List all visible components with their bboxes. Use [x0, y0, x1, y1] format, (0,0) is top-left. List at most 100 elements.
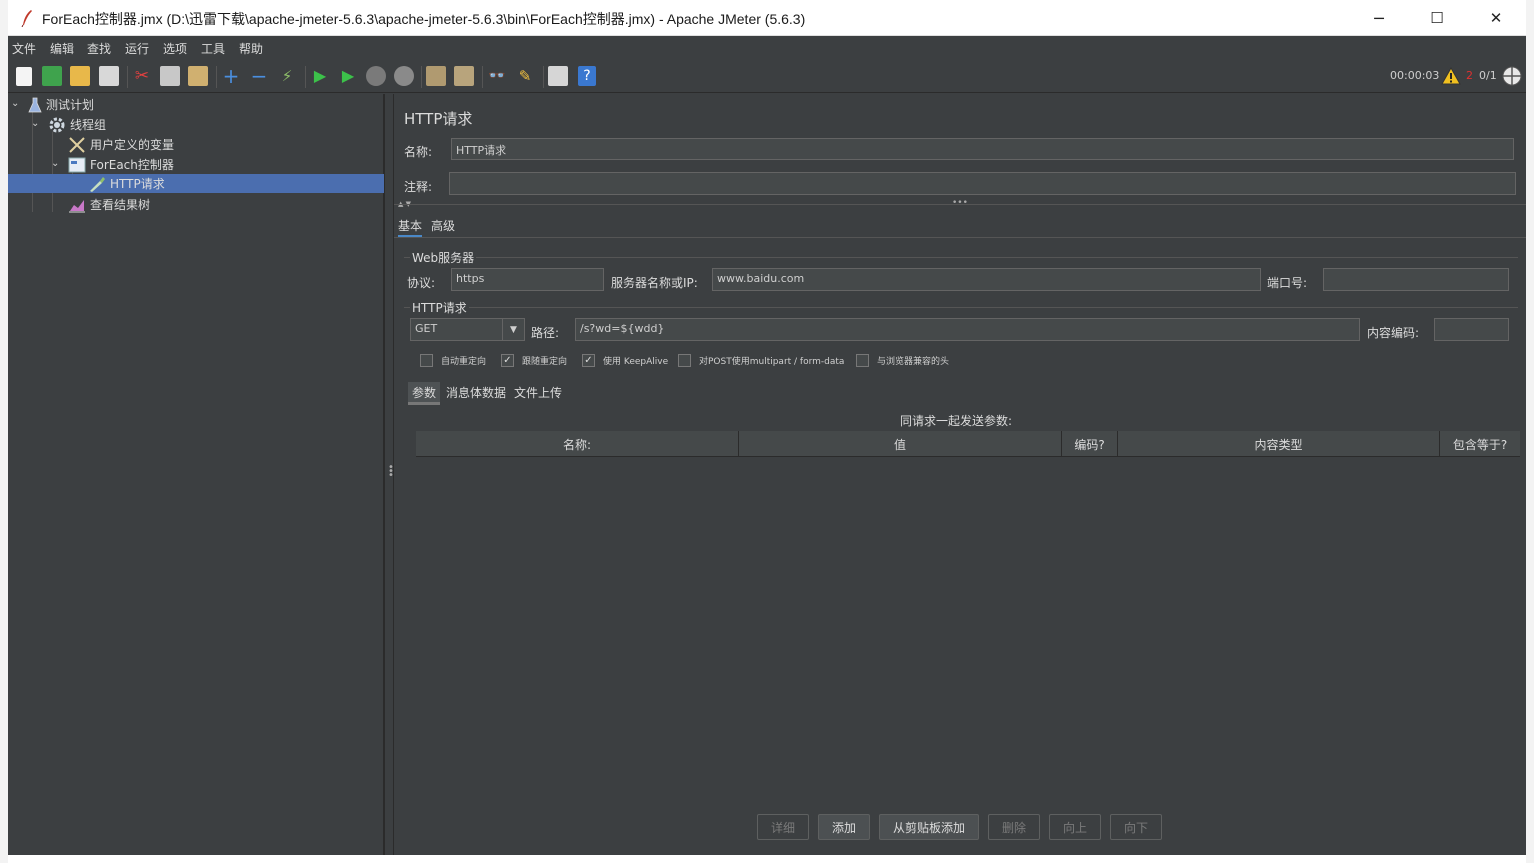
- expand-icon[interactable]: +: [221, 66, 241, 86]
- clear-all-icon[interactable]: [454, 66, 474, 86]
- paste-icon[interactable]: [188, 66, 208, 86]
- checkbox-box[interactable]: ✓: [582, 353, 595, 367]
- toggle-icon[interactable]: ⚡: [277, 66, 297, 86]
- column-name[interactable]: 名称:: [416, 431, 739, 457]
- server-field[interactable]: www.baidu.com: [712, 268, 1261, 291]
- move-up-button[interactable]: 向上: [1049, 814, 1101, 840]
- method-value: GET: [415, 322, 438, 335]
- tab-basic[interactable]: 基本: [398, 217, 423, 238]
- column-include-equals[interactable]: 包含等于?: [1440, 431, 1520, 457]
- tab-parameters[interactable]: 参数: [408, 382, 441, 405]
- move-down-button[interactable]: 向下: [1110, 814, 1162, 840]
- collapse-icon[interactable]: −: [249, 66, 269, 86]
- open-icon[interactable]: [70, 66, 90, 86]
- tree-item-results-tree[interactable]: 查看结果树: [68, 195, 268, 214]
- search-binoculars-icon[interactable]: 👓: [487, 66, 507, 86]
- path-label: 路径:: [531, 326, 560, 340]
- column-content-type[interactable]: 内容类型: [1118, 431, 1440, 457]
- templates-icon[interactable]: [42, 66, 62, 86]
- checkbox-box[interactable]: [420, 353, 433, 367]
- tree-item-test-plan[interactable]: 测试计划: [28, 95, 228, 114]
- menu-run[interactable]: 运行: [125, 40, 149, 57]
- copy-icon[interactable]: [160, 66, 180, 86]
- clear-icon[interactable]: [426, 66, 446, 86]
- path-field[interactable]: /s?wd=${wdd}: [575, 318, 1360, 341]
- tab-advanced[interactable]: 高级: [431, 217, 455, 234]
- menu-help[interactable]: 帮助: [239, 40, 263, 57]
- params-caption: 同请求一起发送参数:: [900, 414, 1013, 428]
- tab-file-upload[interactable]: 文件上传: [514, 384, 562, 401]
- cut-icon[interactable]: ✂: [132, 66, 152, 86]
- divider: [394, 204, 1526, 205]
- name-field[interactable]: HTTP请求: [451, 138, 1514, 160]
- start-icon[interactable]: ▶: [310, 66, 330, 86]
- toolbar-separator: [543, 66, 544, 88]
- menu-bar: 文件 编辑 查找 运行 选项 工具 帮助: [8, 37, 1526, 59]
- menu-file[interactable]: 文件: [12, 40, 36, 57]
- app-root: ForEach控制器.jmx (D:\迅雷下载\apache-jmeter-5.…: [0, 0, 1534, 863]
- remote-globe-icon[interactable]: [1502, 66, 1522, 86]
- new-icon[interactable]: [16, 67, 32, 86]
- help-icon[interactable]: ?: [578, 66, 596, 86]
- checkbox-auto-redirect[interactable]: 自动重定向: [420, 353, 486, 367]
- tab-underline: [394, 237, 1526, 238]
- chevron-down-icon[interactable]: ▼: [502, 319, 524, 340]
- warning-count: 2: [1466, 69, 1473, 82]
- port-field[interactable]: [1323, 268, 1509, 291]
- panel-splitter[interactable]: • • •: [384, 94, 394, 855]
- controller-icon: [68, 157, 86, 172]
- comment-label: 注释:: [404, 180, 433, 194]
- tree-item-foreach-controller[interactable]: ForEach控制器: [68, 155, 268, 174]
- checkbox-follow-redirects[interactable]: ✓ 跟随重定向: [501, 353, 567, 367]
- chevron-down-icon[interactable]: ⌄: [51, 158, 59, 169]
- protocol-field[interactable]: https: [451, 268, 604, 291]
- tab-body-data[interactable]: 消息体数据: [446, 384, 506, 401]
- params-table-header: 名称: 值 编码? 内容类型 包含等于?: [416, 431, 1520, 457]
- menu-edit[interactable]: 编辑: [50, 40, 74, 57]
- checkbox-box[interactable]: [856, 353, 869, 367]
- tree-item-thread-group[interactable]: 线程组: [48, 115, 248, 134]
- menu-tools[interactable]: 工具: [201, 40, 225, 57]
- web-server-legend: Web服务器: [410, 249, 477, 266]
- close-button[interactable]: ✕: [1467, 0, 1525, 36]
- checkbox-multipart[interactable]: 对POST使用multipart / form-data: [678, 353, 844, 367]
- chart-icon: [69, 199, 85, 212]
- toolbar-separator: [482, 66, 483, 88]
- detail-button[interactable]: 详细: [757, 814, 809, 840]
- function-helper-icon[interactable]: [548, 66, 568, 86]
- start-no-pauses-icon[interactable]: ▶: [338, 66, 358, 86]
- column-value[interactable]: 值: [739, 431, 1062, 457]
- menu-search[interactable]: 查找: [87, 40, 111, 57]
- delete-button[interactable]: 删除: [988, 814, 1040, 840]
- name-label: 名称:: [404, 145, 433, 159]
- server-label: 服务器名称或IP:: [611, 276, 698, 290]
- encoding-field[interactable]: [1434, 318, 1509, 341]
- method-select[interactable]: GET ▼: [410, 318, 525, 341]
- checkbox-box[interactable]: ✓: [501, 353, 514, 367]
- warning-icon[interactable]: [1441, 67, 1461, 85]
- checkbox-keepalive[interactable]: ✓ 使用 KeepAlive: [582, 353, 668, 367]
- menu-options[interactable]: 选项: [163, 40, 187, 57]
- tree-item-user-variables[interactable]: 用户定义的变量: [68, 135, 268, 154]
- stop-icon[interactable]: [366, 66, 386, 86]
- column-encode[interactable]: 编码?: [1062, 431, 1118, 457]
- divider-grip-icon[interactable]: •••: [952, 198, 968, 208]
- minimize-button[interactable]: ─: [1350, 0, 1408, 36]
- reset-search-icon[interactable]: ✎: [515, 66, 535, 86]
- checkbox-browser-headers[interactable]: 与浏览器兼容的头: [856, 353, 949, 367]
- comment-field[interactable]: [449, 172, 1516, 195]
- jmeter-feather-icon: [21, 10, 32, 27]
- checkbox-box[interactable]: [678, 353, 691, 367]
- chevron-down-icon[interactable]: ⌄: [11, 98, 19, 109]
- add-from-clipboard-button[interactable]: 从剪贴板添加: [879, 814, 979, 840]
- flask-icon: [28, 97, 42, 112]
- chevron-down-icon[interactable]: ⌄: [31, 118, 39, 129]
- shutdown-icon[interactable]: [394, 66, 414, 86]
- save-icon[interactable]: [99, 66, 119, 86]
- toolbar-separator: [421, 66, 422, 88]
- background-window-left: [0, 0, 8, 863]
- add-button[interactable]: 添加: [818, 814, 870, 840]
- tree-item-http-request[interactable]: HTTP请求: [8, 174, 384, 193]
- active-threads: 0/1: [1479, 69, 1497, 82]
- maximize-button[interactable]: ☐: [1408, 0, 1466, 36]
